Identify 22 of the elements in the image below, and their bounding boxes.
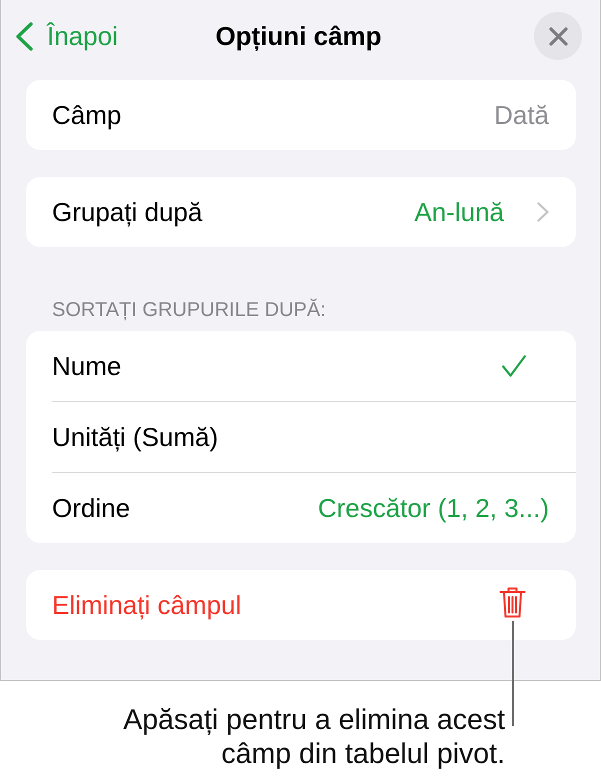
close-button[interactable] [534,12,582,60]
callout-text: Apăsați pentru a elimina acest câmp din tabelul pivot. [122,703,505,771]
sort-order-row[interactable]: Ordine Crescător (1, 2, 3...) [26,473,576,543]
order-label: Ordine [52,492,130,524]
delete-label: Eliminați câmpul [52,590,242,620]
order-value: Crescător (1, 2, 3...) [318,492,549,524]
sort-option[interactable]: Unități (Sumă) [26,402,576,472]
group-by-button[interactable]: Grupați după An-lună [26,177,576,247]
chevron-left-icon [15,22,33,50]
delete-field-button[interactable]: Eliminați câmpul [26,570,576,640]
field-label: Câmp [52,100,122,130]
sheet-title: Opțiuni câmp [215,20,382,52]
close-icon [548,26,568,46]
option-label: Unități (Sumă) [52,422,218,452]
field-value: Dată [494,100,549,130]
sort-option[interactable]: Nume [26,331,576,401]
section-heading: SORTAȚI GRUPURILE DUPĂ: [51,300,327,320]
trash-icon [499,586,526,618]
group-by-label: Grupați după [52,196,202,228]
group-by-value: An-lună [414,196,504,228]
option-label: Nume [52,350,122,382]
chevron-right-icon [537,202,549,222]
